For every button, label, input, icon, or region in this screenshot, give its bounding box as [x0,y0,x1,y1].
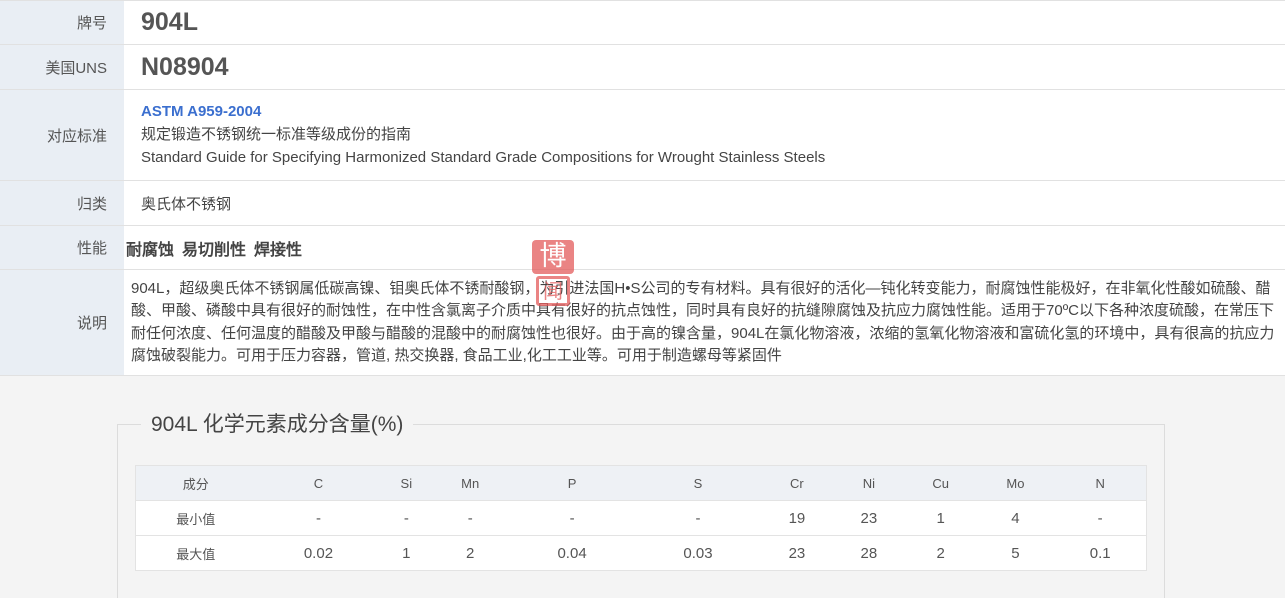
element-header: Si [381,465,432,501]
element-header: Cr [760,465,833,501]
watermark-seal: 博 闻 [530,240,576,306]
table-cell: - [635,500,761,536]
row-label-min: 最小值 [135,500,256,536]
chemistry-table: 成分 C Si Mn P S Cr Ni Cu Mo N 最小值 - - - -… [135,465,1147,571]
table-cell: 0.02 [255,535,382,571]
table-cell: 1 [381,535,432,571]
description-text: 904L，超级奥氏体不锈钢属低碳高镍、钼奥氏体不锈耐酸钢，为引进法国H•S公司的… [124,270,1285,375]
table-cell: - [255,500,382,536]
grade-value: 904L [141,8,198,36]
table-cell: 1 [904,500,977,536]
label-description: 说明 [0,270,124,375]
standard-code-link[interactable]: ASTM A959-2004 [141,101,1285,123]
table-cell: 2 [904,535,977,571]
table-cell: 23 [832,500,905,536]
table-cell: 0.04 [509,535,636,571]
label-category: 归类 [0,181,124,225]
grade-info-table: 牌号 904L 美国UNS N08904 对应标准 ASTM A959-2004… [0,0,1285,376]
table-cell: 4 [976,500,1055,536]
property-machinability: 易切削性 [182,241,247,259]
table-cell: 0.03 [635,535,761,571]
category-value: 奥氏体不锈钢 [141,195,232,213]
property-corrosion: 耐腐蚀 [126,241,175,259]
table-cell: - [1054,500,1147,536]
seal-char-top: 博 [532,240,574,274]
uns-value: N08904 [141,52,229,81]
element-header: Cu [904,465,977,501]
value-grade-cell: 904L [124,1,1285,44]
seal-char-bottom: 闻 [536,276,570,306]
table-cell: - [431,500,510,536]
standard-title-en: Standard Guide for Specifying Harmonized… [141,149,826,166]
row-standard: 对应标准 ASTM A959-2004 规定锻造不锈钢统一标准等级成份的指南 S… [0,90,1285,181]
table-cell: - [509,500,636,536]
table-row: 最小值 - - - - - 19 23 1 4 - [135,500,1147,536]
value-uns-cell: N08904 [124,45,1285,89]
element-header: Ni [832,465,905,501]
row-properties: 性能 耐腐蚀 易切削性 焊接性 [0,226,1285,270]
table-row: 最大值 0.02 1 2 0.04 0.03 23 28 2 5 0.1 [135,535,1147,571]
table-cell: 2 [431,535,510,571]
table-cell: - [381,500,432,536]
table-cell: 28 [832,535,905,571]
table-cell: 19 [760,500,833,536]
element-header: P [509,465,636,501]
label-uns: 美国UNS [0,45,124,89]
element-header: N [1054,465,1147,501]
row-description: 说明 904L，超级奥氏体不锈钢属低碳高镍、钼奥氏体不锈耐酸钢，为引进法国H•S… [0,270,1285,376]
label-grade: 牌号 [0,1,124,44]
chemistry-header-row: 成分 C Si Mn P S Cr Ni Cu Mo N [135,465,1147,501]
value-standard-cell: ASTM A959-2004 规定锻造不锈钢统一标准等级成份的指南 Standa… [124,90,1285,180]
row-grade: 牌号 904L [0,0,1285,45]
row-label-max: 最大值 [135,535,256,571]
standard-title-cn: 规定锻造不锈钢统一标准等级成份的指南 [141,126,412,143]
property-weldability: 焊接性 [254,241,303,259]
row-category: 归类 奥氏体不锈钢 [0,181,1285,226]
element-header: C [255,465,382,501]
label-properties: 性能 [0,226,124,269]
header-label: 成分 [135,465,256,501]
element-header: Mo [976,465,1055,501]
row-uns: 美国UNS N08904 [0,45,1285,90]
table-cell: 0.1 [1054,535,1147,571]
value-category-cell: 奥氏体不锈钢 [124,181,1285,225]
table-cell: 5 [976,535,1055,571]
table-cell: 23 [760,535,833,571]
label-standard: 对应标准 [0,90,124,180]
chemistry-title: 904L 化学元素成分含量(%) [141,408,414,438]
element-header: Mn [431,465,510,501]
element-header: S [635,465,761,501]
value-properties-cell: 耐腐蚀 易切削性 焊接性 [124,226,1285,269]
